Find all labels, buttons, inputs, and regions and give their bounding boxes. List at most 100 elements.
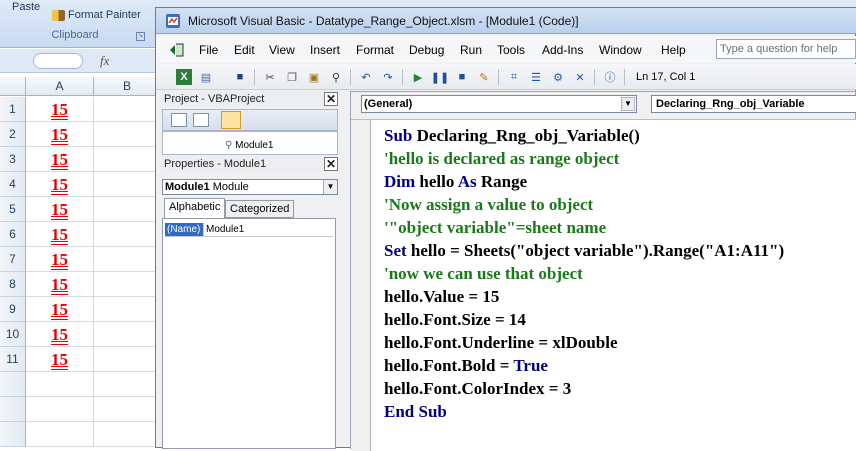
cell[interactable] bbox=[26, 372, 94, 397]
project-explorer-icon[interactable]: ⌗ bbox=[506, 69, 522, 85]
menu-tools[interactable]: Tools bbox=[497, 43, 525, 57]
row-header[interactable]: 9 bbox=[0, 297, 26, 322]
cell[interactable] bbox=[26, 397, 94, 422]
cell[interactable]: 15 bbox=[26, 172, 94, 197]
code-line[interactable]: hello.Font.Bold = True bbox=[384, 354, 856, 377]
code-line[interactable]: Set hello = Sheets("object variable").Ra… bbox=[384, 239, 856, 262]
cell[interactable] bbox=[94, 222, 160, 247]
row-header[interactable]: 6 bbox=[0, 222, 26, 247]
cell[interactable] bbox=[94, 147, 160, 172]
object-select[interactable]: (General) ▼ bbox=[361, 95, 637, 113]
column-header-b[interactable]: B bbox=[94, 77, 160, 96]
cell[interactable]: 15 bbox=[26, 247, 94, 272]
cell[interactable] bbox=[94, 122, 160, 147]
design-mode-icon[interactable]: ✎ bbox=[476, 69, 492, 85]
chevron-down-icon[interactable]: ▼ bbox=[323, 180, 337, 194]
cell[interactable]: 15 bbox=[26, 222, 94, 247]
code-line[interactable]: hello.Value = 15 bbox=[384, 285, 856, 308]
cell[interactable] bbox=[94, 172, 160, 197]
code-comment[interactable]: 'now we can use that object bbox=[384, 262, 856, 285]
code-line[interactable]: Sub Declaring_Rng_obj_Variable() bbox=[384, 124, 856, 147]
property-value[interactable]: Module1 bbox=[203, 223, 333, 236]
cell[interactable]: 15 bbox=[26, 272, 94, 297]
menu-insert[interactable]: Insert bbox=[310, 43, 340, 57]
procedure-select[interactable]: Declaring_Rng_obj_Variable bbox=[651, 95, 856, 113]
menu-help[interactable]: Help bbox=[661, 43, 686, 57]
row-header[interactable]: 1 bbox=[0, 97, 26, 122]
close-icon[interactable]: ✕ bbox=[324, 92, 338, 106]
title-bar[interactable]: Microsoft Visual Basic - Datatype_Range_… bbox=[156, 8, 856, 34]
paste-button[interactable]: Paste bbox=[12, 1, 40, 13]
cell[interactable] bbox=[94, 197, 160, 222]
tab-alphabetic[interactable]: Alphabetic bbox=[164, 198, 226, 218]
select-all-corner[interactable] bbox=[0, 77, 26, 96]
row-header[interactable]: 3 bbox=[0, 147, 26, 172]
menu-window[interactable]: Window bbox=[599, 43, 642, 57]
menu-view[interactable]: View bbox=[269, 43, 295, 57]
menu-file[interactable]: File bbox=[199, 43, 218, 57]
cell[interactable] bbox=[94, 422, 160, 447]
menu-edit[interactable]: Edit bbox=[234, 43, 255, 57]
code-comment[interactable]: '"object variable"=sheet name bbox=[384, 216, 856, 239]
cell[interactable] bbox=[94, 97, 160, 122]
cell[interactable] bbox=[94, 247, 160, 272]
cell[interactable] bbox=[94, 372, 160, 397]
format-painter-button[interactable]: Format Painter bbox=[52, 9, 141, 21]
code-margin[interactable] bbox=[351, 120, 371, 451]
fx-icon[interactable]: fx bbox=[100, 53, 109, 69]
row-header[interactable] bbox=[0, 422, 26, 447]
reset-icon[interactable]: ■ bbox=[454, 69, 470, 85]
dialog-launcher-icon[interactable]: ↘ bbox=[136, 32, 145, 41]
undo-icon[interactable]: ↶ bbox=[358, 69, 374, 85]
row-header[interactable]: 2 bbox=[0, 122, 26, 147]
row-header[interactable]: 7 bbox=[0, 247, 26, 272]
row-header[interactable]: 5 bbox=[0, 197, 26, 222]
code-line[interactable]: hello.Font.Size = 14 bbox=[384, 308, 856, 331]
cut-icon[interactable]: ✂ bbox=[262, 69, 278, 85]
tab-categorized[interactable]: Categorized bbox=[225, 200, 295, 218]
row-header[interactable]: 11 bbox=[0, 347, 26, 372]
find-icon[interactable]: ⚲ bbox=[328, 69, 344, 85]
cell[interactable] bbox=[26, 422, 94, 447]
row-header[interactable]: 4 bbox=[0, 172, 26, 197]
code-lines[interactable]: Sub Declaring_Rng_obj_Variable() 'hello … bbox=[384, 124, 856, 423]
redo-icon[interactable]: ↷ bbox=[380, 69, 396, 85]
row-header[interactable] bbox=[0, 397, 26, 422]
pause-icon[interactable]: ❚❚ bbox=[431, 69, 449, 85]
menu-add-ins[interactable]: Add-Ins bbox=[542, 43, 583, 57]
help-search-input[interactable]: Type a question for help bbox=[716, 39, 856, 59]
menu-format[interactable]: Format bbox=[356, 43, 394, 57]
cell[interactable] bbox=[94, 322, 160, 347]
toggle-folders-icon[interactable] bbox=[221, 111, 241, 129]
chevron-down-icon[interactable]: ▼ bbox=[621, 97, 635, 111]
cell[interactable]: 15 bbox=[26, 122, 94, 147]
code-line[interactable]: hello.Font.ColorIndex = 3 bbox=[384, 377, 856, 400]
paste-icon[interactable]: ▣ bbox=[306, 69, 322, 85]
code-comment[interactable]: 'hello is declared as range object bbox=[384, 147, 856, 170]
project-tree[interactable]: ⚲ Module1 bbox=[162, 131, 338, 155]
help-icon[interactable]: ⓘ bbox=[602, 69, 618, 85]
object-browser-icon[interactable]: ⚙ bbox=[550, 69, 566, 85]
code-comment[interactable]: 'Now assign a value to object bbox=[384, 193, 856, 216]
cell[interactable]: 15 bbox=[26, 197, 94, 222]
insert-module-icon[interactable]: ▤ bbox=[198, 69, 214, 85]
cell[interactable]: 15 bbox=[26, 322, 94, 347]
toolbox-icon[interactable]: ✕ bbox=[572, 69, 588, 85]
menu-debug[interactable]: Debug bbox=[409, 43, 444, 57]
row-header[interactable] bbox=[0, 372, 26, 397]
properties-object-select[interactable]: Module1 Module ▼ bbox=[162, 179, 338, 195]
save-icon[interactable]: ■ bbox=[232, 69, 248, 85]
view-excel-icon[interactable]: X bbox=[176, 69, 192, 85]
excel-view-icon[interactable] bbox=[168, 42, 186, 58]
code-editor[interactable]: Sub Declaring_Rng_obj_Variable() 'hello … bbox=[351, 119, 856, 451]
row-header[interactable]: 10 bbox=[0, 322, 26, 347]
cell[interactable] bbox=[94, 397, 160, 422]
code-line[interactable]: hello.Font.Underline = xlDouble bbox=[384, 331, 856, 354]
close-icon[interactable]: ✕ bbox=[324, 157, 338, 171]
view-object-icon[interactable] bbox=[193, 113, 209, 127]
menu-run[interactable]: Run bbox=[460, 43, 482, 57]
tree-item-module1[interactable]: ⚲ Module1 bbox=[225, 140, 273, 151]
name-box[interactable] bbox=[33, 53, 83, 69]
cell[interactable]: 15 bbox=[26, 297, 94, 322]
view-code-icon[interactable] bbox=[171, 113, 187, 127]
